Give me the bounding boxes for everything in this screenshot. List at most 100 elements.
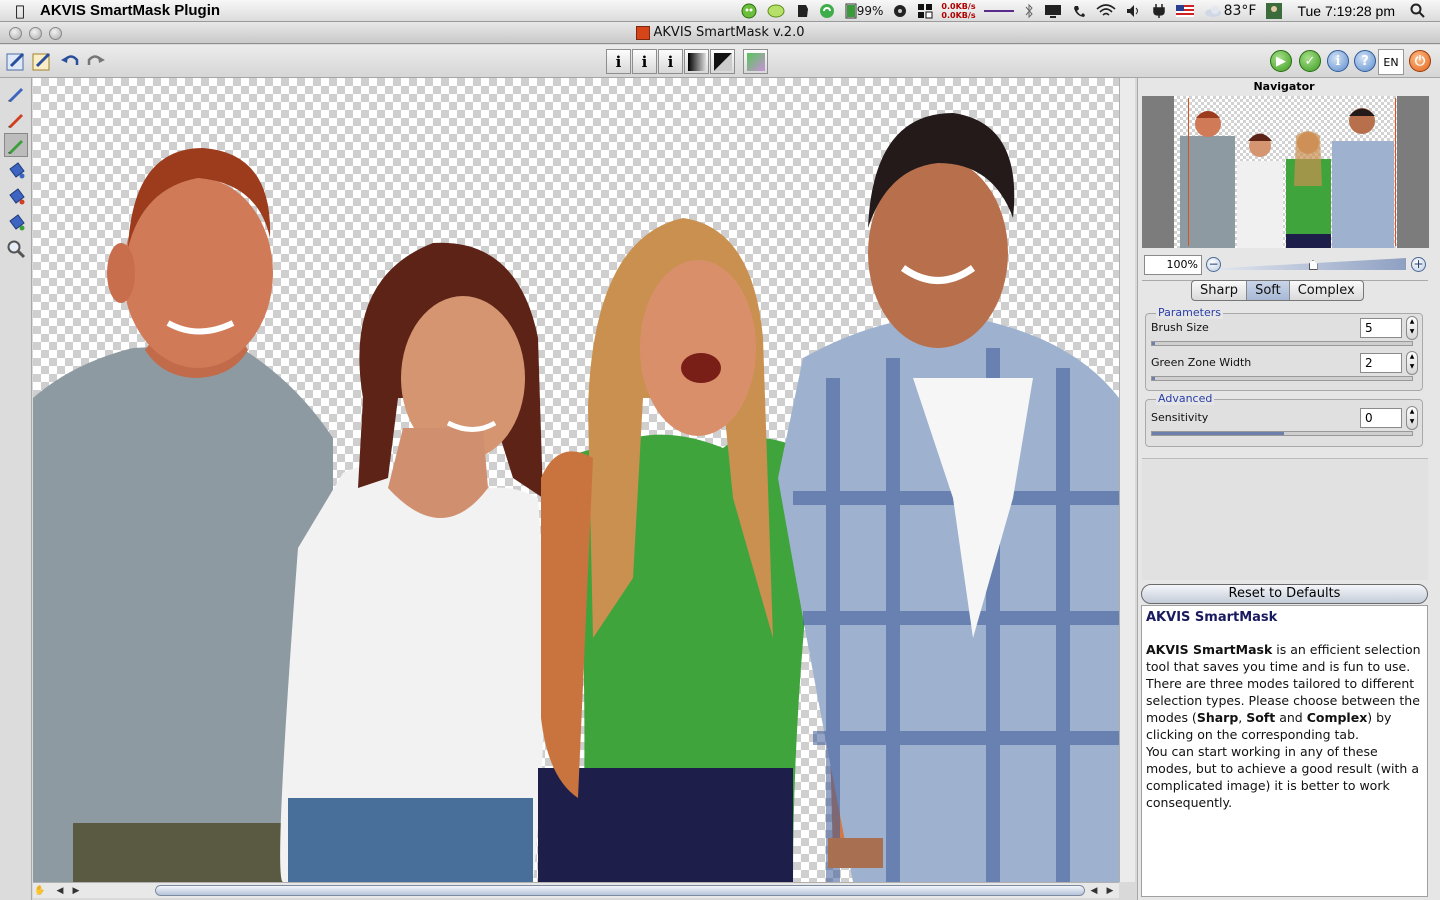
language-label: EN [1383,55,1399,69]
scroll-left-end-arrow-icon[interactable]: ◀ [1087,883,1101,899]
mode-button-3[interactable]: i [658,49,683,74]
sensitivity-slider[interactable] [1151,431,1413,436]
brush-size-label: Brush Size [1151,321,1209,334]
akvis-logo-icon [635,25,650,40]
tab-complex[interactable]: Complex [1290,281,1363,300]
help-body: AKVIS SmartMask is an efficient selectio… [1146,641,1423,811]
blue-bucket-icon[interactable] [4,159,28,183]
green-pencil-icon[interactable] [4,133,28,157]
zoom-slider-thumb[interactable] [1308,260,1318,270]
menubar-clock[interactable]: Tue 7:19:28 pm [1287,3,1405,19]
sync-icon[interactable] [814,0,840,22]
help-icon[interactable]: ? [1354,50,1376,72]
brush-size-slider[interactable] [1151,341,1413,346]
mode-button-1[interactable]: i [606,49,631,74]
navigator-title: Navigator [1253,80,1315,93]
apply-check-icon[interactable]: ✓ [1299,50,1321,72]
mode-button-2[interactable]: i [632,49,657,74]
sensitivity-fill [1152,432,1284,435]
reset-to-defaults-button[interactable]: Reset to Defaults [1141,584,1428,604]
gradient-view-icon[interactable] [684,49,709,74]
app-menu-name[interactable]: AKVIS SmartMask Plugin [40,2,220,19]
red-bucket-icon[interactable] [4,185,28,209]
undo-icon[interactable] [58,49,82,73]
zoom-controls: 100% − + [1144,255,1426,275]
magnifier-icon[interactable] [4,237,28,261]
vertical-scrollbar[interactable] [1119,78,1135,882]
close-window-button[interactable] [9,27,22,40]
help-text-panel: AKVIS SmartMask AKVIS SmartMask is an ef… [1141,605,1428,897]
volume-icon[interactable] [1121,0,1147,22]
network-graph-icon [979,0,1019,22]
clock-dial-icon[interactable] [888,0,912,22]
zoom-out-icon[interactable]: − [1206,257,1221,272]
network-speed[interactable]: 0.0KB/s 0.0KB/s [938,0,978,22]
spotlight-search-icon[interactable] [1405,0,1440,22]
zoom-in-icon[interactable]: + [1411,257,1426,272]
menu-extras: 99% 0.0KB/s 0.0KB/s 83°F Tue 7:19:28 pm [736,0,1440,22]
tab-soft[interactable]: Soft [1247,281,1290,300]
wifi-icon[interactable] [1091,0,1121,22]
open-image-icon[interactable] [4,49,28,73]
red-pencil-icon[interactable] [4,107,28,131]
growl-icon[interactable] [762,0,790,22]
split-view-icon[interactable] [710,49,735,74]
battery-meter[interactable]: 99% [840,0,889,22]
brush-size-field[interactable]: 5 [1360,318,1402,338]
tab-sharp[interactable]: Sharp [1192,281,1248,300]
navigator-preview[interactable] [1142,96,1429,248]
help-paragraph-2: You can start working in any of these mo… [1146,744,1419,810]
scroll-right-arrow-icon[interactable]: ▶ [69,883,83,899]
main-toolbar: i i i ▶ ✓ i ? EN ⏻ [0,45,1440,78]
language-button[interactable]: EN [1378,49,1404,75]
redo-icon[interactable] [84,49,108,73]
green-zone-width-stepper[interactable]: ▲ ▼ [1406,351,1418,375]
spaces-icon[interactable] [912,0,938,22]
help-sep-2: and [1275,710,1307,725]
mode-tabs: Sharp Soft Complex [1191,280,1364,301]
help-product-name: AKVIS SmartMask [1146,642,1273,657]
brush-size-stepper[interactable]: ▲ ▼ [1406,316,1418,340]
user-account-icon[interactable] [1261,0,1287,22]
power-quit-icon[interactable]: ⏻ [1409,50,1431,72]
hand-tool-icon[interactable]: ✋ [33,883,47,899]
apple-menu-icon[interactable]:  [0,2,40,20]
zoom-level-field[interactable]: 100% [1144,255,1202,275]
parameters-title: Parameters [1156,306,1223,319]
advanced-group: Advanced Sensitivity 0 ▲ ▼ [1145,392,1423,447]
sensitivity-stepper[interactable]: ▲ ▼ [1406,406,1418,430]
adium-icon[interactable] [736,0,762,22]
us-flag-icon[interactable] [1171,0,1199,22]
scroll-left-arrow-icon[interactable]: ◀ [53,883,67,899]
power-plug-icon[interactable] [1147,0,1171,22]
navigator-view-frame[interactable] [1188,98,1396,246]
blue-pencil-icon[interactable] [4,81,28,105]
phone-icon[interactable] [1067,0,1091,22]
display-icon[interactable] [1039,0,1067,22]
weather-widget[interactable]: 83°F [1199,0,1262,22]
green-zone-width-slider[interactable] [1151,376,1413,381]
image-canvas[interactable] [33,78,1119,882]
save-image-icon[interactable] [30,49,54,73]
horizontal-scrollbar[interactable]: ✋ ◀ ▶ ◀ ▶ [33,882,1119,898]
sensitivity-field[interactable]: 0 [1360,408,1402,428]
tools-panel [0,78,32,900]
color-view-icon[interactable] [743,49,768,74]
bluetooth-icon[interactable] [1019,0,1039,22]
panel-spacer [1142,458,1428,580]
battery-percent: 99% [856,4,884,18]
horizontal-scroll-thumb[interactable] [155,885,1085,896]
mode-button-3-label: i [667,52,674,71]
green-zone-width-field[interactable]: 2 [1360,353,1402,373]
green-bucket-icon[interactable] [4,211,28,235]
scroll-right-end-arrow-icon[interactable]: ▶ [1103,883,1117,899]
run-play-icon[interactable]: ▶ [1270,50,1292,72]
zoom-window-button[interactable] [49,27,62,40]
minimize-window-button[interactable] [29,27,42,40]
help-mode-complex: Complex [1306,710,1368,725]
net-up: 0.0KB/s [941,2,976,11]
green-zone-width-label: Green Zone Width [1151,356,1252,369]
info-icon[interactable]: i [1327,50,1349,72]
evernote-icon[interactable] [790,0,814,22]
advanced-title: Advanced [1156,392,1215,405]
